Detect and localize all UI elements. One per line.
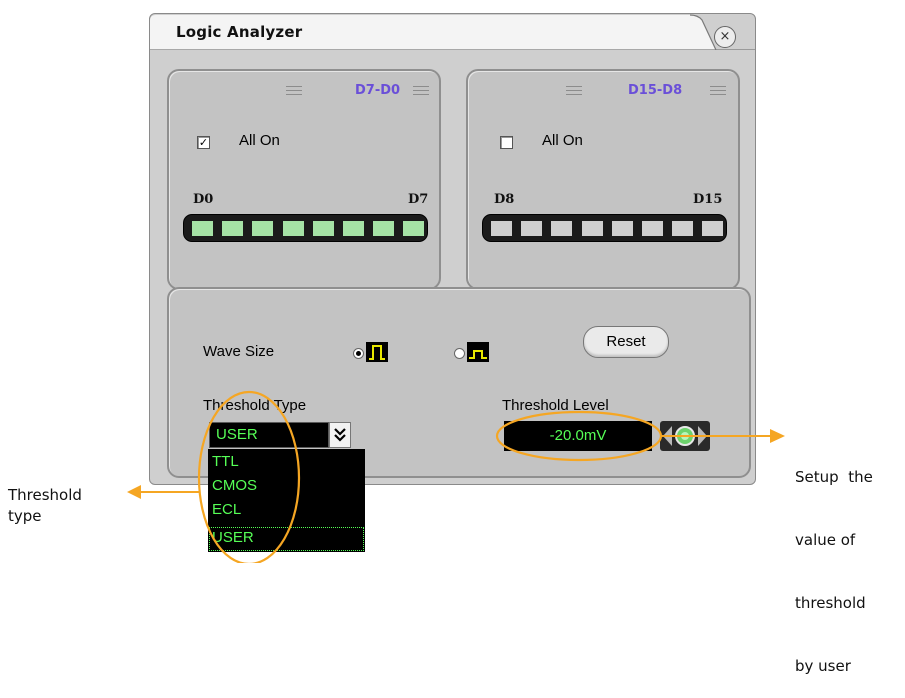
annotation-overlay	[127, 390, 785, 563]
annotation-threshold-type: Threshold type	[8, 486, 82, 525]
highlight-ellipse-threshold-level	[495, 410, 663, 462]
arrow-head-left-icon	[127, 485, 141, 499]
arrow-head-right-icon	[770, 429, 785, 443]
annotation-threshold-level: Setup the value of threshold by user	[795, 468, 873, 675]
highlight-ellipse-threshold-type	[197, 390, 301, 563]
